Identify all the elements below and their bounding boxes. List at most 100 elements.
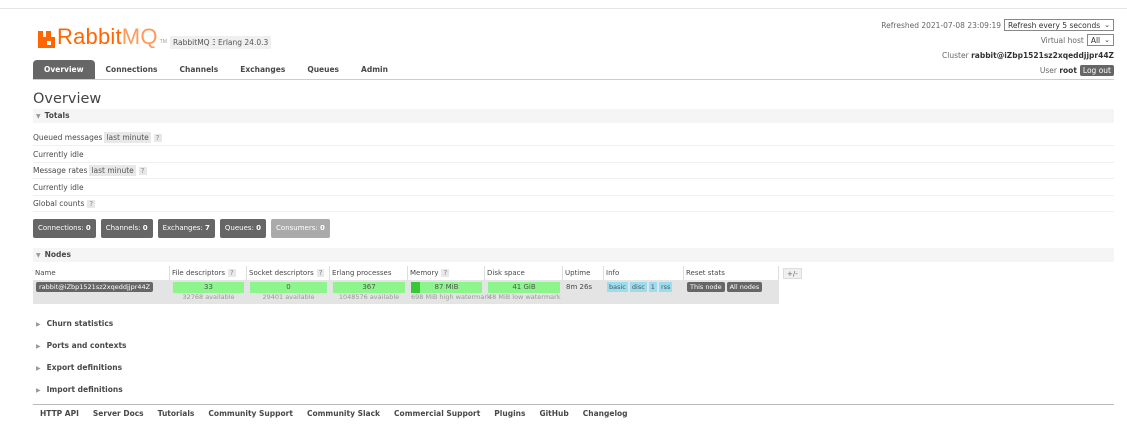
global-counts-row: Global counts? <box>33 196 1114 212</box>
fd-bar: 33 <box>173 282 244 293</box>
connections-count-button[interactable]: Connections: 0 <box>33 219 96 238</box>
fd-cell: 33 32768 available <box>170 282 247 304</box>
col-uptime: Uptime <box>563 266 604 280</box>
footer-link-commercial-support[interactable]: Commercial Support <box>394 409 480 418</box>
reset-this-node-button[interactable]: This node <box>687 282 725 292</box>
col-disk-space: Disk space <box>485 266 563 280</box>
disk-watermark: 48 MiB low watermark <box>488 293 561 301</box>
exchanges-count-button[interactable]: Exchanges: 7 <box>157 219 215 238</box>
memory-bar-fill <box>411 282 420 293</box>
message-rates-row: Message rates last minute? <box>33 163 1114 179</box>
reset-stats-cell: This node All nodes <box>684 282 779 304</box>
help-icon[interactable]: ? <box>87 200 96 208</box>
cluster-label: Cluster <box>942 50 969 60</box>
nodes-table-header: Name File descriptors? Socket descriptor… <box>33 266 779 280</box>
user-name: root <box>1059 65 1077 75</box>
churn-statistics-toggle[interactable]: ▶ Churn statistics <box>36 319 113 328</box>
memory-bar: 87 MiB <box>411 282 482 293</box>
footer-link-community-slack[interactable]: Community Slack <box>307 409 380 418</box>
ports-contexts-toggle[interactable]: ▶ Ports and contexts <box>36 341 127 350</box>
tab-underline <box>33 79 1114 80</box>
info-disc: disc <box>629 282 647 292</box>
main-nav-tabs: Overview Connections Channels Exchanges … <box>33 60 399 79</box>
tab-connections[interactable]: Connections <box>95 60 169 79</box>
top-border <box>0 8 1127 9</box>
col-erlang-processes: Erlang processes <box>330 266 408 280</box>
triangle-right-icon: ▶ <box>36 321 41 328</box>
help-icon[interactable]: ? <box>153 134 162 142</box>
uptime-cell: 8m 26s <box>566 283 593 291</box>
user-label: User <box>1039 65 1057 75</box>
fd-available: 32768 available <box>182 293 235 301</box>
tab-overview[interactable]: Overview <box>33 60 95 79</box>
help-icon[interactable]: ? <box>316 269 325 277</box>
queued-messages-row: Queued messages last minute? <box>33 130 1114 146</box>
footer-link-community-support[interactable]: Community Support <box>208 409 293 418</box>
footer-link-changelog[interactable]: Changelog <box>583 409 628 418</box>
refresh-interval-select[interactable]: Refresh every 5 seconds ⌄ <box>1004 19 1114 31</box>
queued-messages-range[interactable]: last minute <box>104 132 151 143</box>
header-status: Refreshed 2021-07-08 23:09:19 Refresh ev… <box>881 18 1114 78</box>
tab-channels[interactable]: Channels <box>169 60 230 79</box>
info-cell: basic disc 1 rss <box>604 282 684 304</box>
message-rates-range[interactable]: last minute <box>89 165 136 176</box>
logo-text: RabbitMQ <box>57 24 158 49</box>
footer-links: HTTP API Server Docs Tutorials Community… <box>40 409 642 418</box>
refreshed-time: Refreshed 2021-07-08 23:09:19 <box>881 20 1002 30</box>
cluster-name: rabbit@iZbp1521sz2xqeddjjpr44Z <box>971 50 1114 60</box>
socket-cell: 0 29401 available <box>247 282 330 304</box>
disk-bar: 41 GiB <box>488 282 560 293</box>
help-icon[interactable]: ? <box>138 167 147 175</box>
rabbitmq-logo-icon <box>38 31 55 48</box>
nodes-table: Name File descriptors? Socket descriptor… <box>33 266 779 304</box>
tab-admin[interactable]: Admin <box>350 60 399 79</box>
triangle-down-icon: ▼ <box>36 252 41 259</box>
col-info: Info <box>604 266 684 280</box>
tab-queues[interactable]: Queues <box>296 60 350 79</box>
totals-section-toggle[interactable]: ▼ Totals <box>33 109 1114 123</box>
col-socket-descriptors: Socket descriptors? <box>247 266 330 280</box>
import-definitions-toggle[interactable]: ▶ Import definitions <box>36 385 123 394</box>
footer-link-tutorials[interactable]: Tutorials <box>158 409 195 418</box>
column-toggle-button[interactable]: +/- <box>783 268 802 279</box>
footer-link-http-api[interactable]: HTTP API <box>40 409 79 418</box>
erlang-version: Erlang 24.0.3 <box>215 36 272 49</box>
export-definitions-toggle[interactable]: ▶ Export definitions <box>36 363 122 372</box>
triangle-right-icon: ▶ <box>36 387 41 394</box>
col-file-descriptors: File descriptors? <box>170 266 247 280</box>
footer-link-github[interactable]: GitHub <box>539 409 568 418</box>
info-count: 1 <box>648 282 657 292</box>
logo-trademark: TM <box>159 39 167 45</box>
erlang-available: 1048576 available <box>338 293 400 301</box>
chevron-down-icon: ⌄ <box>1104 21 1110 29</box>
nodes-section-toggle[interactable]: ▼ Nodes <box>33 248 1114 262</box>
footer-link-server-docs[interactable]: Server Docs <box>93 409 144 418</box>
info-basic: basic <box>607 282 628 292</box>
disk-cell: 41 GiB 48 MiB low watermark <box>485 282 563 304</box>
col-reset-stats: Reset stats <box>684 266 779 280</box>
message-rates-status: Currently idle <box>33 180 1114 196</box>
logout-button[interactable]: Log out <box>1079 64 1114 76</box>
global-counts: Connections: 0 Channels: 0 Exchanges: 7 … <box>33 219 335 238</box>
erlang-bar: 367 <box>333 282 405 293</box>
socket-available: 29401 available <box>262 293 315 301</box>
memory-cell: 87 MiB 698 MiB high watermark <box>408 282 491 304</box>
queues-count-button[interactable]: Queues: 0 <box>219 219 267 238</box>
help-icon[interactable]: ? <box>441 269 450 277</box>
socket-bar: 0 <box>250 282 327 293</box>
node-name-link[interactable]: rabbit@iZbp1521sz2xqeddjjpr44Z <box>36 282 154 292</box>
reset-all-nodes-button[interactable]: All nodes <box>726 282 763 292</box>
triangle-right-icon: ▶ <box>36 343 41 350</box>
rabbitmq-logo[interactable]: RabbitMQ TM <box>38 24 167 48</box>
triangle-right-icon: ▶ <box>36 365 41 372</box>
virtual-host-select[interactable]: All ⌄ <box>1086 34 1114 46</box>
footer-divider <box>33 404 1114 405</box>
consumers-count-button[interactable]: Consumers: 0 <box>271 219 330 238</box>
footer-link-plugins[interactable]: Plugins <box>494 409 525 418</box>
tab-exchanges[interactable]: Exchanges <box>229 60 296 79</box>
triangle-down-icon: ▼ <box>36 113 41 120</box>
info-rss: rss <box>658 282 673 292</box>
channels-count-button[interactable]: Channels: 0 <box>100 219 153 238</box>
help-icon[interactable]: ? <box>228 269 236 277</box>
memory-watermark: 698 MiB high watermark <box>411 293 491 301</box>
